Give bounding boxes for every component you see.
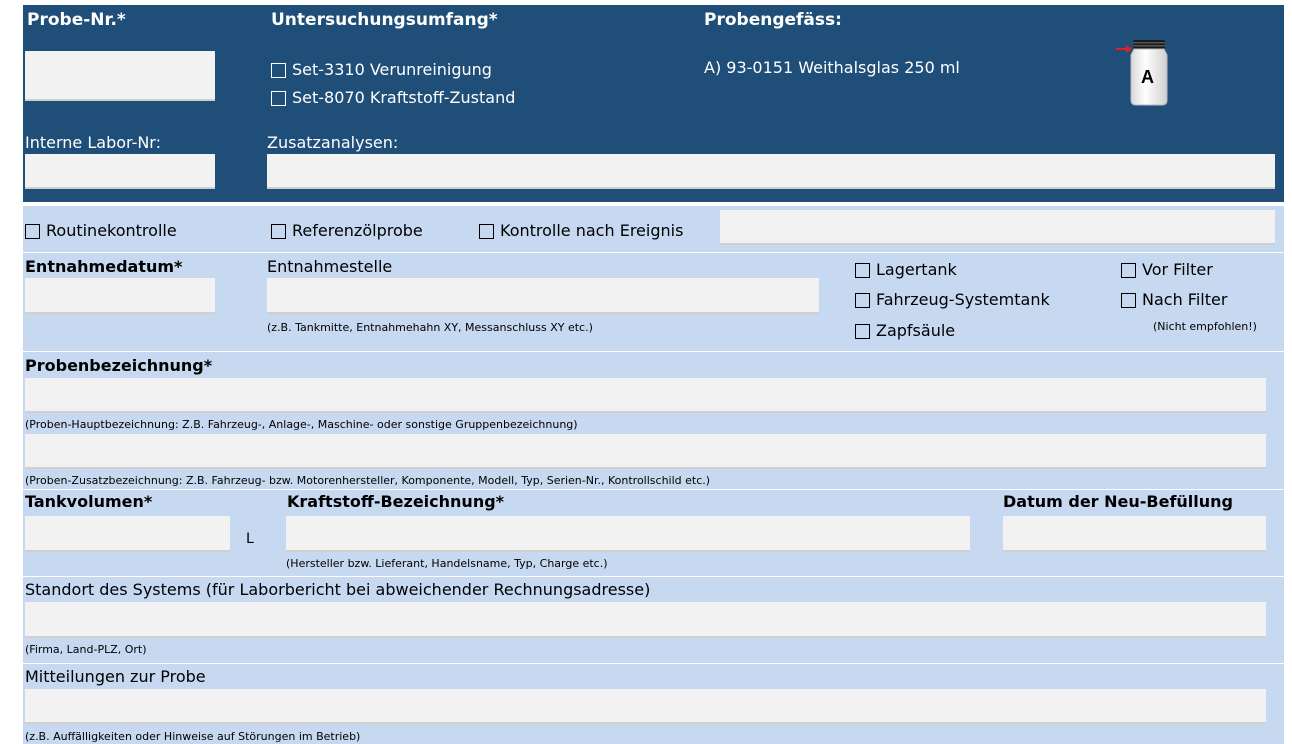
- jar-letter: A: [1141, 67, 1154, 87]
- zusatz-label: Zusatzanalysen:: [267, 133, 399, 152]
- entnahmedatum-label: Entnahmedatum*: [25, 257, 183, 276]
- standort-input[interactable]: [25, 602, 1266, 638]
- checkbox-box: [1121, 262, 1136, 278]
- routinekontrolle-checkbox[interactable]: Routinekontrolle: [25, 223, 177, 239]
- systemtank-checkbox[interactable]: Fahrzeug-Systemtank: [855, 292, 1050, 308]
- divider: [23, 351, 1284, 352]
- divider: [23, 252, 1284, 253]
- kontrolle-ereignis-checkbox[interactable]: Kontrolle nach Ereignis: [479, 223, 683, 239]
- referenzoelprobe-label: Referenzölprobe: [292, 221, 423, 240]
- checkbox-box: [855, 262, 870, 278]
- zapfsaeule-checkbox[interactable]: Zapfsäule: [855, 323, 955, 339]
- neu-befuellung-input[interactable]: [1003, 516, 1266, 552]
- referenzoelprobe-checkbox[interactable]: Referenzölprobe: [271, 223, 423, 239]
- probe-nr-input[interactable]: [25, 51, 215, 101]
- interne-labor-label: Interne Labor-Nr:: [25, 133, 161, 152]
- tank-unit-label: L: [246, 531, 254, 547]
- divider: [23, 576, 1284, 577]
- arrow-icon: [1116, 45, 1132, 53]
- kraftstoff-hint: (Hersteller bzw. Lieferant, Handelsname,…: [286, 557, 608, 570]
- lagertank-label: Lagertank: [876, 260, 957, 279]
- kontrolle-ereignis-label: Kontrolle nach Ereignis: [500, 221, 684, 240]
- probe-nr-label: Probe-Nr.*: [27, 10, 126, 30]
- checkbox-box: [25, 223, 40, 239]
- untersuchung-label: Untersuchungsumfang*: [271, 10, 498, 30]
- checkbox-box: [855, 323, 870, 339]
- nicht-empfohlen-note: (Nicht empfohlen!): [1153, 320, 1257, 333]
- probengefaess-label: Probengefäss:: [704, 10, 842, 30]
- routinekontrolle-label: Routinekontrolle: [46, 221, 177, 240]
- checkbox-box: [1121, 292, 1136, 308]
- entnahmestelle-input[interactable]: [267, 278, 819, 314]
- mitteilungen-label: Mitteilungen zur Probe: [25, 667, 206, 686]
- ereignis-input[interactable]: [720, 210, 1275, 245]
- proben-hauptbezeichnung-hint: (Proben-Hauptbezeichnung: Z.B. Fahrzeug-…: [25, 418, 578, 431]
- entnahmestelle-label: Entnahmestelle: [267, 257, 393, 276]
- set-3310-label: Set-3310 Verunreinigung: [292, 60, 492, 79]
- neu-befuellung-label: Datum der Neu-Befüllung: [1003, 492, 1233, 511]
- lagertank-checkbox[interactable]: Lagertank: [855, 262, 957, 278]
- systemtank-label: Fahrzeug-Systemtank: [876, 290, 1050, 309]
- proben-hauptbezeichnung-input[interactable]: [25, 378, 1266, 413]
- mitteilungen-hint: (z.B. Auffälligkeiten oder Hinweise auf …: [25, 730, 361, 743]
- standort-label: Standort des Systems (für Laborbericht b…: [25, 580, 651, 599]
- checkbox-box: [479, 223, 494, 239]
- container-text: A) 93-0151 Weithalsglas 250 ml: [704, 58, 960, 77]
- zusatzanalysen-input[interactable]: [267, 154, 1275, 189]
- set-8070-checkbox[interactable]: Set-8070 Kraftstoff-Zustand: [271, 90, 515, 106]
- probenbezeichnung-label: Probenbezeichnung*: [25, 356, 213, 375]
- checkbox-box: [855, 292, 870, 308]
- mitteilungen-input[interactable]: [25, 689, 1266, 724]
- nach-filter-checkbox[interactable]: Nach Filter: [1121, 292, 1227, 308]
- nach-filter-label: Nach Filter: [1142, 290, 1228, 309]
- divider: [23, 663, 1284, 664]
- checkbox-box: [271, 90, 286, 106]
- vor-filter-label: Vor Filter: [1142, 260, 1213, 279]
- entnahmestelle-hint: (z.B. Tankmitte, Entnahmehahn XY, Messan…: [267, 321, 593, 334]
- entnahmedatum-input[interactable]: [25, 278, 215, 314]
- divider: [23, 489, 1284, 490]
- zapfsaeule-label: Zapfsäule: [876, 321, 956, 340]
- tankvolumen-label: Tankvolumen*: [25, 492, 153, 511]
- vor-filter-checkbox[interactable]: Vor Filter: [1121, 262, 1213, 278]
- checkbox-box: [271, 62, 286, 78]
- standort-hint: (Firma, Land-PLZ, Ort): [25, 643, 147, 656]
- checkbox-box: [271, 223, 286, 239]
- proben-zusatzbezeichnung-hint: (Proben-Zusatzbezeichnung: Z.B. Fahrzeug…: [25, 474, 711, 487]
- kraftstoff-label: Kraftstoff-Bezeichnung*: [287, 492, 505, 511]
- proben-zusatzbezeichnung-input[interactable]: [25, 434, 1266, 469]
- set-3310-checkbox[interactable]: Set-3310 Verunreinigung: [271, 62, 492, 78]
- tankvolumen-input[interactable]: [25, 516, 230, 552]
- kraftstoff-input[interactable]: [286, 516, 970, 552]
- interne-labor-input[interactable]: [25, 154, 215, 189]
- set-8070-label: Set-8070 Kraftstoff-Zustand: [292, 88, 516, 107]
